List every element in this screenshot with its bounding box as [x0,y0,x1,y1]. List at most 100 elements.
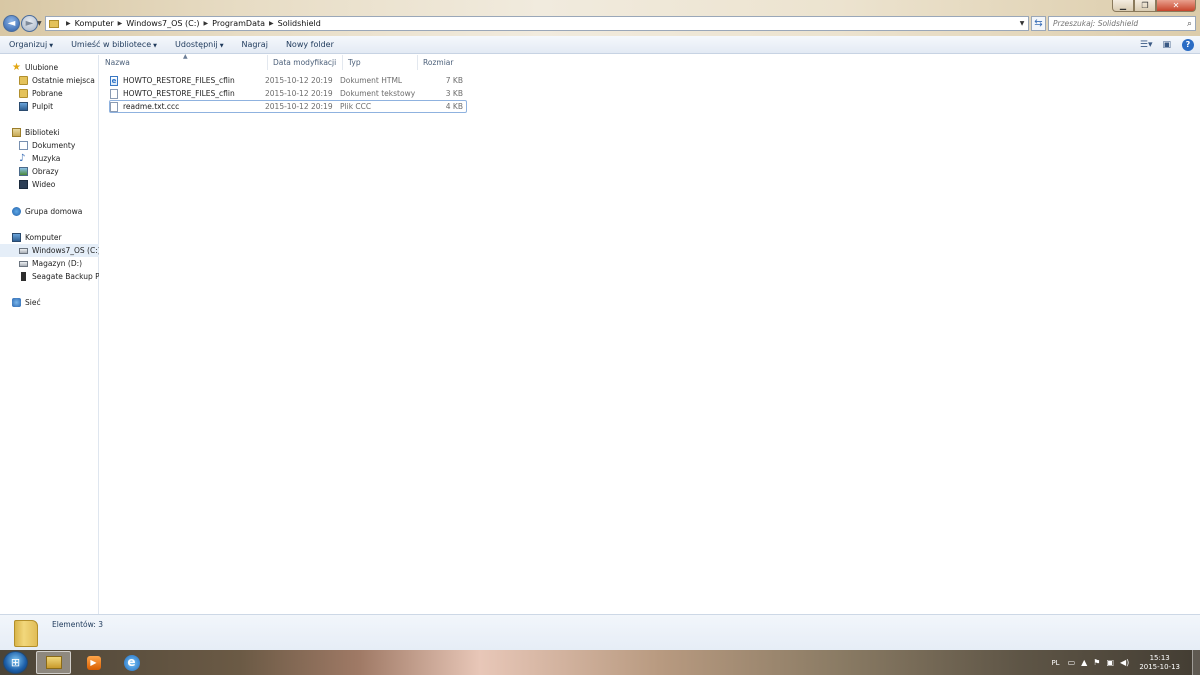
sidebar-item-label: Ostatnie miejsca [32,76,95,85]
folder-icon [14,620,38,647]
navigation-pane: ★ Ulubione Ostatnie miejsca Pobrane Pulp… [0,55,99,614]
window-controls: ▁ ❐ ✕ [1112,0,1196,12]
sidebar-item-homegroup[interactable]: Grupa domowa [0,205,99,218]
burn-button[interactable]: Nagraj [233,40,277,49]
sidebar-item-recent-places[interactable]: Ostatnie miejsca [0,74,99,87]
organize-button[interactable]: Organizuj ▼ [0,40,62,49]
desktop-icon [19,102,28,111]
drive-icon [19,247,28,254]
details-pane: Elementów: 3 [0,614,1200,650]
music-icon: ♪ [19,153,26,164]
keyboard-icon[interactable]: ▭ [1068,658,1076,667]
breadcrumb-programdata[interactable]: ProgramData [212,19,265,28]
network-status-icon[interactable]: ▣ [1106,658,1114,667]
sidebar-item-label: Pulpit [32,102,54,111]
sidebar-item-favorites[interactable]: ★ Ulubione [0,61,99,74]
back-arrow-icon: ◄ [7,18,16,29]
usb-drive-icon [21,272,26,281]
help-icon[interactable]: ? [1182,38,1194,51]
share-label: Udostępnij [175,40,218,49]
sidebar-item-label: Pobrane [32,89,63,98]
share-button[interactable]: Udostępnij ▼ [166,40,233,49]
column-header-type[interactable]: Typ [343,55,418,70]
maximize-button[interactable]: ❐ [1134,0,1156,12]
close-button[interactable]: ✕ [1156,0,1196,12]
sidebar-item-desktop[interactable]: Pulpit [0,100,99,113]
taskbar: ⊞ ▶ e PL ▭ ▲ ⚑ ▣ ◀) 15:13 2015-10-13 [0,650,1200,675]
recent-locations-button[interactable]: ▼ [37,20,42,27]
sidebar-item-label: Grupa domowa [25,207,83,216]
internet-explorer-icon: e [123,654,140,671]
file-date: 2015-10-12 20:19 [265,102,333,111]
media-player-icon: ▶ [86,655,101,670]
sidebar-item-downloads[interactable]: Pobrane [0,87,99,100]
sidebar-item-label: Obrazy [32,167,59,176]
chevron-down-icon[interactable]: ▼ [1016,20,1028,27]
show-desktop-button[interactable] [1192,650,1200,675]
sidebar-item-network[interactable]: Sieć [0,296,99,309]
chevron-right-icon[interactable]: ▶ [118,20,123,27]
table-row[interactable]: readme.txt.ccc 2015-10-12 20:19 Plik CCC… [109,100,467,113]
view-options-icon[interactable]: ☰▾ [1140,40,1153,50]
chevron-right-icon[interactable]: ▶ [269,20,274,27]
file-name: readme.txt.ccc [123,102,180,111]
chevron-right-icon[interactable]: ▶ [204,20,209,27]
column-header-size[interactable]: Rozmiar [418,55,472,70]
chevron-right-icon[interactable]: ▶ [66,20,71,27]
clock-time: 15:13 [1149,653,1170,662]
sidebar-item-libraries[interactable]: Biblioteki [0,126,99,139]
file-name-cell: HOWTO_RESTORE_FILES_cflin [110,88,265,99]
minimize-button[interactable]: ▁ [1112,0,1134,12]
sidebar-item-music[interactable]: ♪ Muzyka [0,152,99,165]
clock[interactable]: 15:13 2015-10-13 [1139,654,1180,672]
search-input[interactable] [1053,19,1181,28]
start-button[interactable]: ⊞ [3,651,28,674]
sidebar-item-seagate[interactable]: Seagate Backup Plus [0,270,99,283]
file-name-cell: HOWTO_RESTORE_FILES_cflin [110,75,265,86]
chevron-down-icon: ▼ [219,43,224,49]
new-folder-button[interactable]: Nowy folder [277,40,343,49]
sidebar-item-drive-d[interactable]: Magazyn (D:) [0,257,99,270]
sidebar-item-label: Ulubione [25,63,59,72]
html-file-icon [110,75,118,86]
libraries-icon [12,128,21,137]
pictures-icon [19,167,28,176]
sidebar-item-pictures[interactable]: Obrazy [0,165,99,178]
table-row[interactable]: HOWTO_RESTORE_FILES_cflin 2015-10-12 20:… [109,87,467,100]
refresh-button[interactable]: ⇆ [1031,16,1046,31]
sidebar-item-label: Dokumenty [32,141,76,150]
text-file-icon [110,88,118,99]
taskbar-explorer-button[interactable] [36,651,71,674]
search-icon[interactable]: ⌕ [1187,19,1192,29]
language-indicator[interactable]: PL [1051,659,1059,667]
table-row[interactable]: HOWTO_RESTORE_FILES_cflin 2015-10-12 20:… [109,74,467,87]
breadcrumb-drive-c[interactable]: Windows7_OS (C:) [126,19,199,28]
title-bar: ▁ ❐ ✕ ◄ ► ▼ ▶ Komputer ▶ Windows7_OS (C:… [0,0,1200,36]
show-hidden-icons-icon[interactable]: ▲ [1081,658,1087,667]
breadcrumb-computer[interactable]: Komputer [75,19,114,28]
sidebar-item-drive-c[interactable]: Windows7_OS (C:) [0,244,99,257]
sidebar-item-videos[interactable]: Wideo [0,178,99,191]
sidebar-item-computer[interactable]: Komputer [0,231,99,244]
sidebar-item-documents[interactable]: Dokumenty [0,139,99,152]
taskbar-ie-button[interactable]: e [114,651,149,674]
include-in-library-button[interactable]: Umieść w bibliotece ▼ [62,40,166,49]
organize-label: Organizuj [9,40,48,49]
action-center-flag-icon[interactable]: ⚑ [1093,658,1100,667]
windows-logo-icon: ⊞ [10,656,21,669]
back-button[interactable]: ◄ [3,15,20,32]
downloads-icon [19,89,28,98]
search-box[interactable]: ⌕ [1048,16,1196,31]
recent-places-icon [19,76,28,85]
preview-pane-icon[interactable]: ▣ [1162,40,1171,50]
breadcrumb-solidshield[interactable]: Solidshield [278,19,321,28]
file-type: Plik CCC [340,102,372,111]
file-name-cell: readme.txt.ccc [110,101,265,112]
folder-icon [49,19,59,28]
taskbar-media-player-button[interactable]: ▶ [76,651,111,674]
column-header-date[interactable]: Data modyfikacji [268,55,343,70]
column-header-name[interactable]: Nazwa [100,55,268,70]
forward-button[interactable]: ► [21,15,38,32]
volume-icon[interactable]: ◀) [1120,658,1129,667]
address-bar[interactable]: ▶ Komputer ▶ Windows7_OS (C:) ▶ ProgramD… [45,16,1029,31]
